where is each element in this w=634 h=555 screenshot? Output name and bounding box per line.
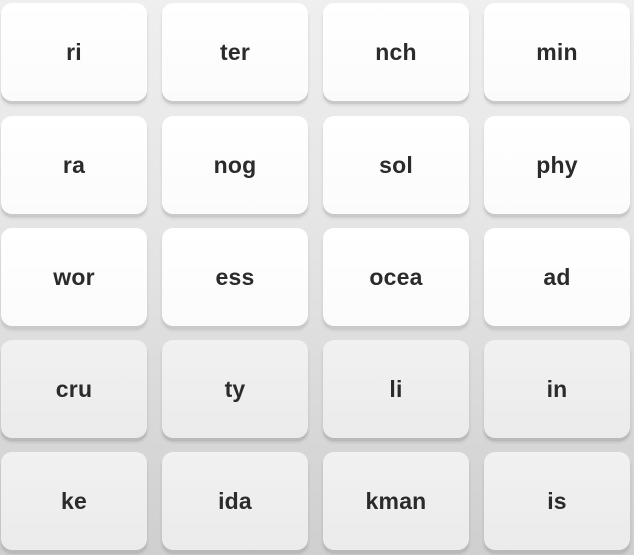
tile-r5-c1[interactable]: ke	[1, 452, 147, 550]
tile-r3-c1[interactable]: wor	[1, 228, 147, 326]
tile-label: ter	[219, 38, 250, 65]
tile-label: ocea	[369, 263, 423, 290]
tile-r5-c4[interactable]: is	[484, 452, 630, 550]
tile-label: wor	[53, 263, 95, 290]
tile-r2-c4[interactable]: phy	[484, 116, 630, 214]
tile-label: is	[547, 487, 567, 514]
tile-label: ida	[218, 487, 252, 514]
tile-r5-c3[interactable]: kman	[323, 452, 469, 550]
tile-r3-c3[interactable]: ocea	[323, 228, 469, 326]
tile-label: nog	[213, 151, 257, 178]
tile-label: sol	[379, 151, 413, 178]
tile-label: li	[389, 375, 403, 402]
tile-r3-c4[interactable]: ad	[484, 228, 630, 326]
tile-label: in	[546, 375, 568, 402]
tile-r4-c4[interactable]: in	[484, 340, 630, 438]
letter-tile-board: ri ter nch min ra nog sol phy wor ess oc…	[0, 0, 634, 555]
tile-r4-c3[interactable]: li	[323, 340, 469, 438]
tile-r2-c3[interactable]: sol	[323, 116, 469, 214]
tile-r1-c3[interactable]: nch	[323, 3, 469, 101]
tile-r1-c4[interactable]: min	[484, 3, 630, 101]
tile-label: ess	[215, 263, 255, 290]
tile-r1-c1[interactable]: ri	[1, 3, 147, 101]
tile-label: cru	[55, 375, 93, 402]
tile-r5-c2[interactable]: ida	[162, 452, 308, 550]
tile-r1-c2[interactable]: ter	[162, 3, 308, 101]
tile-r4-c2[interactable]: ty	[162, 340, 308, 438]
tile-label: ty	[224, 375, 246, 402]
tile-r4-c1[interactable]: cru	[1, 340, 147, 438]
tile-r3-c2[interactable]: ess	[162, 228, 308, 326]
tile-label: ra	[62, 151, 86, 178]
tile-label: kman	[365, 487, 427, 514]
tile-r2-c1[interactable]: ra	[1, 116, 147, 214]
tile-label: nch	[375, 38, 417, 65]
tile-label: ke	[61, 487, 87, 514]
tile-label: ad	[543, 263, 571, 290]
tile-label: min	[536, 38, 578, 65]
tile-label: phy	[536, 151, 578, 178]
tile-r2-c2[interactable]: nog	[162, 116, 308, 214]
tile-label: ri	[66, 38, 82, 65]
